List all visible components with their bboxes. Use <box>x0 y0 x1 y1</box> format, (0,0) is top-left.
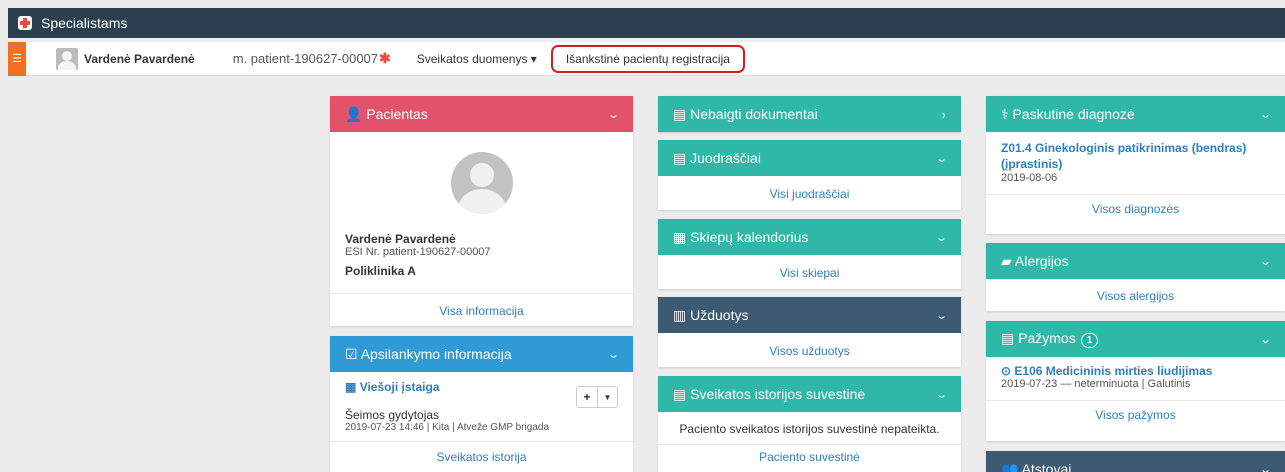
document-icon: ▤ <box>673 105 687 122</box>
institution-link[interactable]: ▦ Viešoji įstaiga <box>345 380 440 408</box>
summary-panel: ▤ Sveikatos istorijos suvestinė ⌄ Pacien… <box>658 376 961 472</box>
chevron-down-icon[interactable]: ⌄ <box>1259 333 1272 346</box>
caret-down-icon[interactable]: ▼ <box>597 387 617 407</box>
pre-registration-link[interactable]: Išankstinė pacientų registracija <box>550 44 745 73</box>
calendar-icon: ▦ <box>673 228 687 245</box>
unfinished-docs-panel[interactable]: ▤ Nebaigti dokumentai › <box>658 96 961 132</box>
certificate-meta: 2019-07-23 — neterminuota | Galutinis <box>1001 378 1191 390</box>
allergies-header[interactable]: ▰ Alergijos ⌄ <box>986 243 1285 279</box>
checkbox-icon: ☑ <box>345 345 358 362</box>
diagnosis-panel: ⚕ Paskutinė diagnozė ⌄ Z01.4 Ginekologin… <box>986 96 1285 234</box>
app-logo-icon <box>18 16 32 30</box>
chevron-down-icon[interactable]: ⌄ <box>935 309 948 322</box>
menu-toggle-button[interactable]: ☰ <box>8 41 26 76</box>
diagnosis-item[interactable]: Z01.4 Ginekologinis patikrinimas (bendra… <box>1001 140 1270 172</box>
chevron-down-icon[interactable]: ⌄ <box>935 231 948 244</box>
unfinished-docs-header: ▤ Nebaigti dokumentai › <box>658 96 961 132</box>
user-icon: 👤 <box>345 105 363 122</box>
all-diagnoses-link[interactable]: Visos diagnozės <box>986 195 1285 216</box>
representatives-header[interactable]: 👥 Atstovai ⌄ <box>986 451 1285 472</box>
drafts-panel: ▤ Juodraščiai ⌄ Visi juodraščiai <box>658 140 961 210</box>
tasks-header[interactable]: ▥ Užduotys ⌄ <box>658 297 961 333</box>
patient-bar: ☰ Vardenė Pavardenė m. patient-190627-00… <box>8 41 1285 76</box>
patient-id: m. patient-190627-00007✱ <box>232 50 391 66</box>
patient-photo <box>450 152 513 214</box>
certificates-header[interactable]: ▤ Pažymos 1 ⌄ <box>986 321 1285 357</box>
all-allergies-link[interactable]: Visos alergijos <box>986 279 1285 303</box>
chevron-down-icon[interactable]: ⌄ <box>1259 108 1272 121</box>
all-drafts-link[interactable]: Visi juodraščiai <box>658 176 961 201</box>
app-title: Specialistams <box>41 15 128 31</box>
diagnosis-header[interactable]: ⚕ Paskutinė diagnozė ⌄ <box>986 96 1285 132</box>
certificates-panel: ▤ Pažymos 1 ⌄ ⊙ E106 Medicininis mirties … <box>986 321 1285 441</box>
visit-panel: ☑ Apsilankymo informacija ⌄ ▦ Viešoji įs… <box>330 336 633 472</box>
vaccines-panel: ▦ Skiepų kalendorius ⌄ Visi skiepai <box>658 219 961 289</box>
patient-name[interactable]: Vardenė Pavardenė <box>84 52 195 66</box>
check-circle-icon: ⊙ <box>1001 364 1012 378</box>
health-history-link[interactable]: Sveikatos istorija <box>330 442 633 464</box>
patient-summary-link[interactable]: Paciento suvestinė <box>658 445 961 464</box>
book-icon: ▰ <box>1001 252 1012 269</box>
allergies-panel: ▰ Alergijos ⌄ Visos alergijos <box>986 243 1285 311</box>
doctor-role: Šeimos gydytojas <box>345 408 440 422</box>
users-icon: 👥 <box>1001 460 1019 472</box>
summary-empty-text: Paciento sveikatos istorijos suvestinė n… <box>679 422 940 436</box>
summary-icon: ▤ <box>673 385 687 402</box>
chevron-right-icon[interactable]: › <box>942 107 946 122</box>
chevron-down-icon[interactable]: ⌄ <box>1259 255 1272 268</box>
vaccines-header[interactable]: ▦ Skiepų kalendorius ⌄ <box>658 219 961 255</box>
chevron-down-icon[interactable]: ⌄ <box>607 348 620 361</box>
diagnosis-date: 2019-08-06 <box>1001 172 1058 184</box>
all-vaccines-link[interactable]: Visi skiepai <box>658 255 961 280</box>
add-button-group[interactable]: + ▼ <box>576 386 618 408</box>
certificate-icon: ▤ <box>1001 330 1015 346</box>
chevron-down-icon[interactable]: ⌄ <box>607 108 620 121</box>
health-data-dropdown[interactable]: Sveikatos duomenys ▾ <box>417 52 537 66</box>
add-button[interactable]: + <box>577 387 597 407</box>
patient-full-name: Vardenė Pavardenė <box>345 232 456 246</box>
tasks-icon: ▥ <box>673 306 687 323</box>
summary-header[interactable]: ▤ Sveikatos istorijos suvestinė ⌄ <box>658 376 961 412</box>
chevron-down-icon[interactable]: ⌄ <box>935 388 948 401</box>
tasks-panel: ▥ Užduotys ⌄ Visos užduotys <box>658 297 961 367</box>
all-certificates-link[interactable]: Visos pažymos <box>986 401 1285 422</box>
chevron-down-icon[interactable]: ⌄ <box>1259 463 1272 472</box>
patient-avatar <box>56 47 78 70</box>
patient-panel-header[interactable]: 👤 Pacientas ⌄ <box>330 96 633 132</box>
chevron-down-icon[interactable]: ⌄ <box>935 152 948 165</box>
top-bar: Specialistams <box>8 8 1285 38</box>
visit-panel-header[interactable]: ☑ Apsilankymo informacija ⌄ <box>330 336 633 372</box>
certificates-count-badge: 1 <box>1080 333 1099 348</box>
representatives-panel: 👥 Atstovai ⌄ <box>986 451 1285 472</box>
all-tasks-link[interactable]: Visos užduotys <box>658 333 961 358</box>
visit-meta: 2019-07-23 14:46 | Kita | Atveže GMP bri… <box>345 422 550 433</box>
document-icon: ▤ <box>673 149 687 166</box>
building-icon: ▦ <box>345 380 357 394</box>
all-info-link[interactable]: Visa informacija <box>330 294 633 318</box>
drafts-header[interactable]: ▤ Juodraščiai ⌄ <box>658 140 961 176</box>
clinic-name: Poliklinika A <box>345 264 416 278</box>
patient-panel: 👤 Pacientas ⌄ Vardenė Pavardenė ESI Nr. … <box>330 96 633 326</box>
required-star-icon: ✱ <box>379 50 391 66</box>
certificate-item[interactable]: ⊙ E106 Medicininis mirties liudijimas <box>1001 364 1270 378</box>
stethoscope-icon: ⚕ <box>1001 105 1009 122</box>
patient-esi: ESI Nr. patient-190627-00007 <box>345 246 491 258</box>
